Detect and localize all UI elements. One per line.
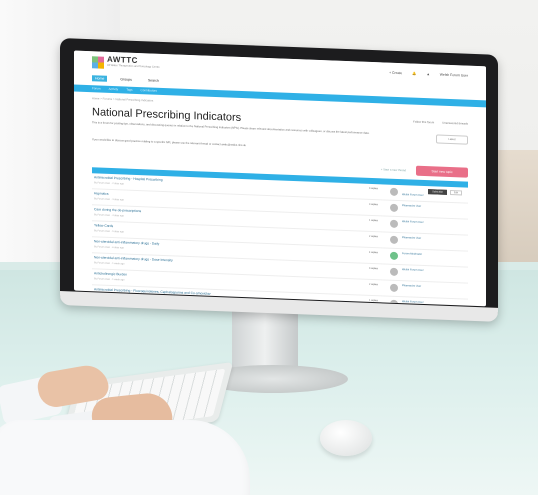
breadcrumb[interactable]: Home > Forums > National Prescribing Ind…	[92, 96, 153, 102]
last-post-user[interactable]: Pharmacist User	[402, 236, 462, 241]
avatar[interactable]	[390, 283, 398, 292]
thread-meta: By Forum User · 4 days ago	[94, 213, 124, 218]
subnav-contributors[interactable]: Contributors	[141, 88, 157, 93]
warning-icon[interactable]: ▲	[426, 72, 429, 76]
thread-meta: By Forum User · 5 days ago	[94, 229, 124, 234]
sort-select[interactable]: Latest	[436, 134, 468, 145]
nav-search[interactable]: Search	[145, 77, 162, 84]
avatar[interactable]	[390, 251, 398, 260]
thread-replies: 3 replies	[368, 202, 378, 207]
photo-scene: AWTTC All Wales Therapeutics and Toxicol…	[0, 0, 538, 495]
forum-description-2: If you would like to discuss good practi…	[92, 138, 246, 148]
thread-replies: 0 replies	[368, 266, 378, 271]
thread-meta: By Forum User · 2 days ago	[94, 181, 124, 186]
thread-list: Antimicrobial Prescribing - Hospital Pre…	[92, 173, 468, 307]
last-post-user[interactable]: Pharmacist User	[402, 284, 462, 289]
last-post-user[interactable]: Welsh Forum User	[402, 268, 462, 273]
thread-replies: 0 replies	[368, 186, 378, 191]
header-right: + Create 🔔 ▲ Welsh Forum User	[389, 71, 468, 78]
user-menu[interactable]: Welsh Forum User	[440, 73, 468, 78]
last-post-user[interactable]: Pharmacist User	[402, 204, 462, 209]
avatar[interactable]	[390, 203, 398, 212]
unanswered-link[interactable]: Unanswered threads	[442, 121, 468, 126]
thread-replies: 2 replies	[368, 282, 378, 287]
avatar[interactable]	[390, 187, 398, 196]
brand-subtitle: All Wales Therapeutics and Toxicology Ce…	[107, 63, 160, 69]
sub-nav-bar: Forum Activity Tags Contributors	[74, 84, 486, 108]
new-thread-link[interactable]: + Start a new thread	[381, 167, 406, 172]
last-post-user[interactable]: Forum Moderator	[402, 252, 462, 257]
avatar[interactable]	[390, 219, 398, 228]
subnav-tags[interactable]: Tags	[126, 88, 132, 92]
main-nav: Home Groups Search	[92, 75, 162, 84]
sub-nav: Forum Activity Tags Contributors	[92, 86, 157, 92]
thread-meta: By Forum User · 3 days ago	[94, 197, 124, 202]
thread-replies: 4 replies	[368, 250, 378, 255]
thread-replies: 1 replies	[368, 218, 378, 223]
mouse	[320, 420, 372, 456]
avatar[interactable]	[390, 267, 398, 276]
subnav-forum[interactable]: Forum	[92, 86, 101, 90]
thread-title[interactable]: Yellow Cards	[94, 223, 113, 228]
monitor-screen: AWTTC All Wales Therapeutics and Toxicol…	[74, 50, 486, 307]
follow-forum-link[interactable]: Follow this forum	[413, 120, 434, 125]
monitor: AWTTC All Wales Therapeutics and Toxicol…	[60, 38, 498, 322]
forum-description: This is a forum for posting tips, observ…	[92, 121, 370, 135]
thread-meta: By Forum User · 1 week ago	[94, 277, 125, 282]
brand-logo-icon[interactable]	[92, 56, 104, 69]
bell-icon[interactable]: 🔔	[412, 72, 416, 76]
start-topic-button[interactable]: Start new topic	[416, 165, 468, 178]
thread-meta: By Forum User · 6 days ago	[94, 245, 124, 250]
nav-home[interactable]: Home	[92, 75, 108, 82]
thread-title[interactable]: Hypnotics	[94, 191, 108, 196]
thread-title[interactable]: Care during the de-prescriptions	[94, 207, 141, 213]
thread-replies: 1 replies	[368, 298, 378, 303]
thread-meta: By Forum User · 1 week ago	[94, 261, 125, 266]
avatar[interactable]	[390, 235, 398, 244]
thread-title[interactable]: Anticholinergic Burden	[94, 271, 127, 276]
nav-groups[interactable]: Groups	[117, 76, 134, 83]
lab-coat-arm	[0, 420, 250, 495]
thread-replies: 2 replies	[368, 234, 378, 239]
last-post-user[interactable]: Welsh Forum User	[402, 220, 462, 225]
forum-top-links: Follow this forum Unanswered threads	[413, 120, 468, 126]
subnav-activity[interactable]: Activity	[109, 87, 119, 91]
create-button[interactable]: + Create	[389, 71, 402, 76]
